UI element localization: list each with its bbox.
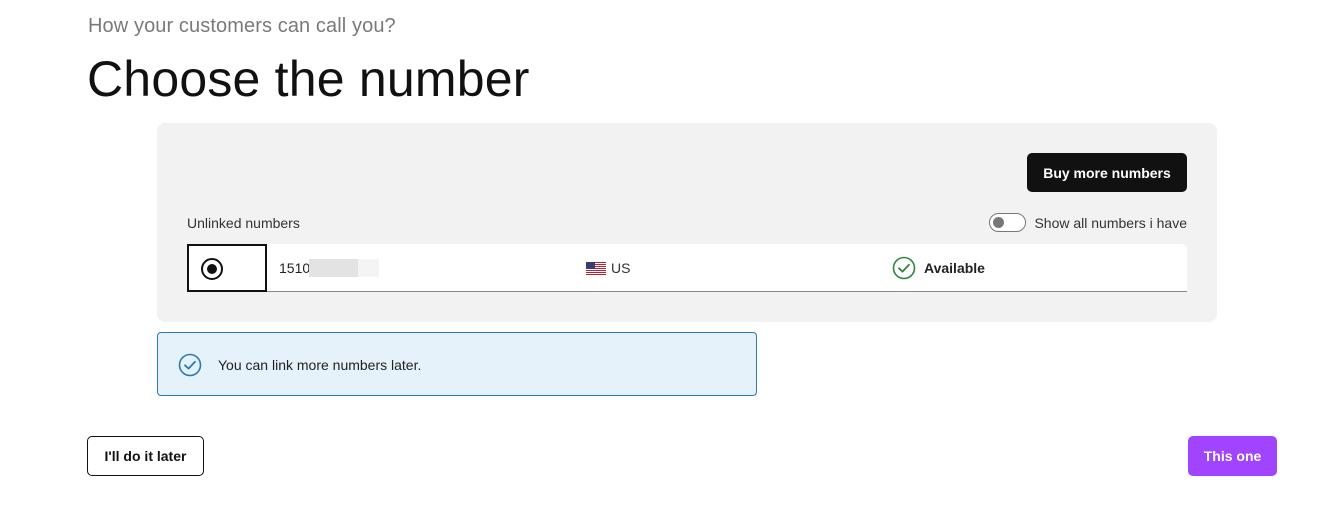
page-title: Choose the number	[87, 51, 530, 107]
this-one-button[interactable]: This one	[1188, 436, 1277, 476]
info-notice: You can link more numbers later.	[157, 332, 757, 396]
show-all-numbers-toggle-group: Show all numbers i have	[989, 213, 1187, 232]
number-status: Available	[892, 256, 985, 280]
unlinked-numbers-label: Unlinked numbers	[187, 215, 300, 231]
redacted-number-digits	[309, 259, 379, 277]
toggle-knob	[993, 216, 1005, 228]
check-circle-icon	[178, 353, 202, 377]
choose-number-page: How your customers can call you? Choose …	[0, 0, 1325, 505]
radio-selected-dot	[207, 264, 217, 274]
number-radio-button[interactable]	[201, 258, 223, 280]
do-it-later-button[interactable]: I'll do it later	[87, 436, 204, 476]
number-country: US	[586, 260, 630, 276]
info-text: You can link more numbers later.	[218, 357, 422, 373]
status-label: Available	[924, 260, 985, 276]
phone-number: 1510	[279, 260, 311, 276]
number-radio-cell[interactable]	[187, 244, 267, 292]
page-subtitle: How your customers can call you?	[88, 15, 396, 37]
country-code: US	[611, 260, 631, 276]
check-circle-icon	[892, 256, 916, 280]
number-row[interactable]: 1510 US Available	[187, 244, 1187, 292]
show-all-numbers-toggle[interactable]	[989, 213, 1027, 232]
buy-more-numbers-button[interactable]: Buy more numbers	[1027, 153, 1187, 192]
numbers-panel: Buy more numbers Unlinked numbers Show a…	[157, 123, 1217, 322]
show-all-numbers-label[interactable]: Show all numbers i have	[1034, 215, 1187, 231]
us-flag-icon	[586, 261, 606, 275]
